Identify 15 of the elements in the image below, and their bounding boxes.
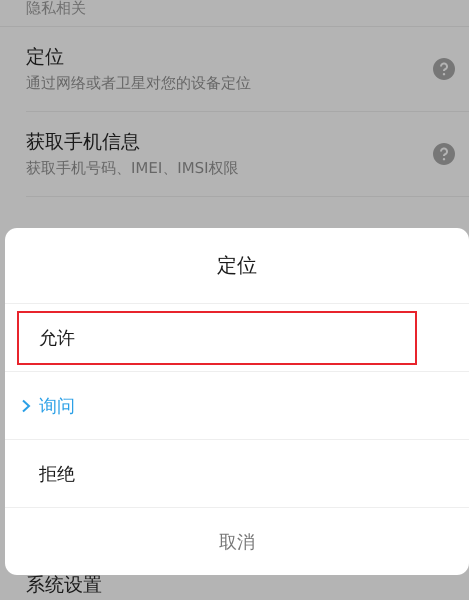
setting-row[interactable]: 获取手机信息 获取手机号码、IMEI、IMSI权限: [26, 112, 469, 197]
setting-row[interactable]: 定位 通过网络或者卫星对您的设备定位: [26, 27, 469, 112]
setting-title: 获取手机信息: [26, 130, 141, 155]
dialog-title: 定位: [5, 228, 469, 304]
setting-title: 系统设置: [26, 573, 102, 598]
setting-description: 获取手机号码、IMEI、IMSI权限: [26, 159, 240, 178]
chevron-icon: [21, 398, 31, 412]
option-item[interactable]: 拒绝: [17, 446, 417, 500]
cancel-button[interactable]: 取消: [5, 508, 469, 575]
option-item[interactable]: 允许: [17, 310, 417, 364]
setting-description: 通过网络或者卫星对您的设备定位: [26, 74, 252, 93]
help-icon[interactable]: [433, 143, 455, 165]
section-header: 隐私相关: [0, 0, 469, 27]
setting-title: 定位: [26, 45, 65, 70]
help-icon[interactable]: [433, 58, 455, 80]
